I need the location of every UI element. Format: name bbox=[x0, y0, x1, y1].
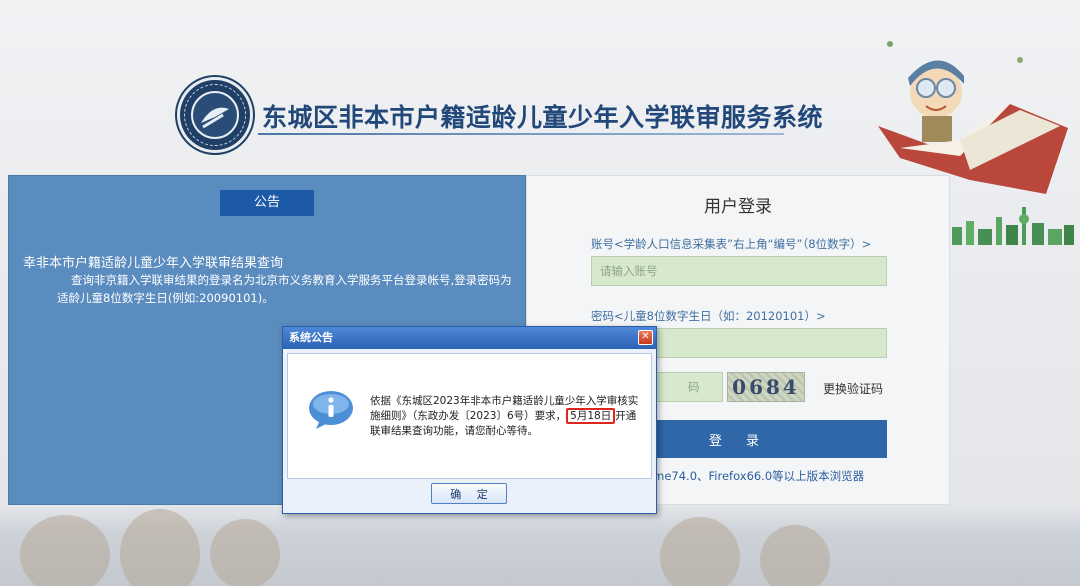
login-title: 用户登录 bbox=[704, 197, 772, 217]
title-underline bbox=[258, 133, 784, 135]
crowd-figure bbox=[660, 517, 740, 586]
crowd-figure bbox=[760, 525, 830, 586]
notice-title: 幸非本市户籍适龄儿童少年入学联审结果查询 bbox=[23, 256, 284, 271]
captcha-image[interactable]: 0684 bbox=[727, 372, 805, 402]
ok-button[interactable]: 确 定 bbox=[431, 483, 507, 504]
password-label: 密码<儿童8位数字生日（如：20120101）> bbox=[591, 309, 826, 323]
account-input[interactable]: 请输入账号 bbox=[591, 256, 887, 286]
dialog-body: 依据《东城区2023年非本市户籍适龄儿童少年入学审核实施细则》（东政办发〔202… bbox=[287, 353, 652, 479]
crowd-figure bbox=[210, 519, 280, 586]
system-notice-dialog: 系统公告 ✕ 依据《东城区2023年非本市户籍适龄儿童少年入学审核实施细则》（东… bbox=[282, 326, 657, 514]
notice-body: 查询非京籍入学联审结果的登录名为北京市义务教育入学服务平台登录帐号,登录密码为适… bbox=[57, 273, 512, 305]
city-skyline-illustration bbox=[952, 207, 1074, 245]
highlighted-date: 5月18日 bbox=[566, 408, 616, 424]
close-icon[interactable]: ✕ bbox=[638, 330, 653, 345]
background-crowd-photo bbox=[0, 505, 1080, 586]
logo-emblem bbox=[191, 91, 239, 139]
crowd-figure bbox=[120, 509, 200, 586]
site-logo bbox=[180, 80, 250, 150]
notice-header: 公告 bbox=[220, 190, 314, 216]
dialog-title: 系统公告 bbox=[289, 331, 333, 344]
dialog-message: 依据《东城区2023年非本市户籍适龄儿童少年入学审核实施细则》（东政办发〔202… bbox=[370, 394, 640, 439]
account-label: 账号<学龄人口信息采集表”右上角“编号”（8位数字）> bbox=[591, 237, 872, 251]
refresh-captcha-link[interactable]: 更换验证码 bbox=[823, 380, 883, 397]
site-title: 东城区非本市户籍适龄儿童少年入学联审服务系统 bbox=[262, 103, 824, 132]
dialog-titlebar: 系统公告 bbox=[283, 327, 656, 349]
crowd-figure bbox=[20, 515, 110, 586]
logo-mark-icon bbox=[201, 107, 229, 129]
info-icon bbox=[309, 391, 353, 429]
